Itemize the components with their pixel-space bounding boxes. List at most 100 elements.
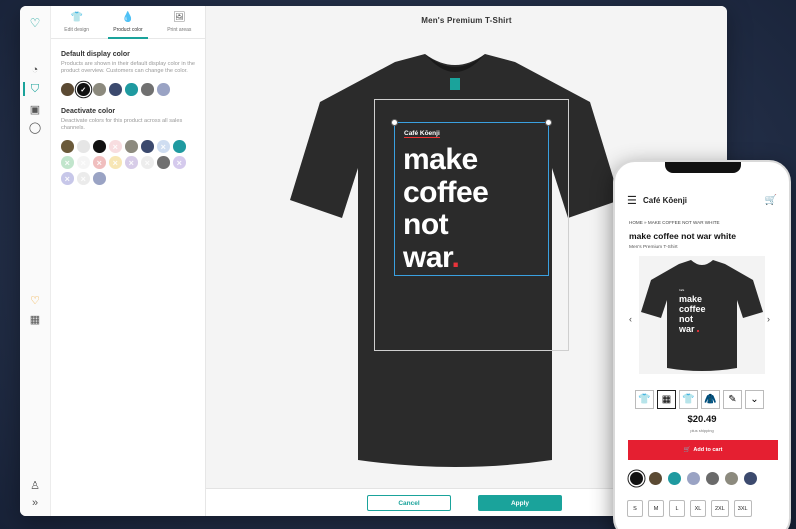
tab-print-areas[interactable]: 🖼 Print areas [154,6,205,38]
deactivate-swatch[interactable] [77,140,90,153]
deactivate-swatch[interactable] [157,140,170,153]
size-option[interactable]: 3XL [733,500,752,517]
deactivate-color-swatches [61,140,186,185]
left-rail: ♡ ◔ ⛉ ▣ ◯ ♡ ▦ ♙ » [20,6,51,516]
svg-text:coffee: coffee [679,304,706,314]
svg-text:war: war [678,324,695,334]
user-icon[interactable]: ♙ [28,478,42,492]
color-swatch[interactable] [157,83,170,96]
deactivate-swatch[interactable] [173,156,186,169]
size-option[interactable]: L [669,500,685,517]
size-option[interactable]: 2XL [711,500,729,517]
tab-label: Product color [113,26,143,33]
deactivate-swatch[interactable] [93,172,106,185]
idea-bulb-icon[interactable]: ◯ [28,120,42,134]
breadcrumb[interactable]: HOME » MAKE COFFEE NOT WAR WHITE [629,220,720,225]
design-text: make coffee not war. [403,143,489,274]
deactivate-swatch[interactable] [61,140,74,153]
tab-label: Print areas [167,26,192,33]
phone-color-swatch[interactable] [687,472,700,485]
tab-edit-design[interactable]: 👕 Edit design [51,6,102,38]
thumb-back[interactable]: 👕 [679,390,698,409]
default-color-swatches [61,83,186,96]
deactivate-swatch[interactable] [77,172,90,185]
section-description: Deactivate colors for this product acros… [61,117,183,132]
shop-header: ☰ Café Kōenji 🛒 [627,192,777,208]
phone-preview: ☰ Café Kōenji 🛒 HOME » MAKE COFFEE NOT W… [613,160,791,529]
deactivate-swatch[interactable] [109,156,122,169]
rotate-handle[interactable] [391,119,398,126]
phone-color-swatch[interactable] [725,472,738,485]
deactivate-swatch[interactable] [109,140,122,153]
deactivate-color-section: Deactivate color Deactivate colors for t… [51,108,205,185]
section-heading: Deactivate color [61,107,116,115]
chevron-down-icon[interactable]: ⌄ [745,390,764,409]
phone-color-swatches [630,472,757,485]
section-heading: Default display color [61,51,130,58]
deactivate-swatch[interactable] [141,156,154,169]
edit-pencil-icon[interactable]: ✎ [723,390,742,409]
tab-product-color[interactable]: 💧 Product color [102,6,153,39]
apply-button[interactable]: Apply [478,495,562,511]
menu-icon[interactable]: ☰ [627,194,641,207]
deactivate-swatch[interactable] [141,140,154,153]
deactivate-swatch[interactable] [93,140,106,153]
phone-color-swatch[interactable] [630,472,643,485]
thumb-model[interactable]: 🧥 [701,390,720,409]
cancel-button[interactable]: Cancel [367,495,451,511]
phone-color-swatch[interactable] [668,472,681,485]
shipping-note: plus shipping [690,428,714,433]
tab-label: Edit design [64,26,90,33]
image-icon: 🖼 [172,11,186,23]
deactivate-swatch[interactable] [93,156,106,169]
premium-icon[interactable]: ♡ [28,293,42,307]
prev-image-icon[interactable]: ‹ [629,314,632,324]
product-title: Men's Premium T-Shirt [421,16,512,25]
dashboard-icon[interactable]: ◔ [28,63,42,77]
droplet-icon: 💧 [121,11,135,23]
color-swatch[interactable] [61,83,74,96]
deactivate-swatch[interactable] [61,172,74,185]
logo-icon[interactable]: ♡ [28,16,42,30]
deactivate-swatch[interactable] [61,156,74,169]
thumb-design[interactable]: ▦ [657,390,676,409]
product-image: Café make coffee not war [639,256,765,374]
deactivate-swatch[interactable] [125,156,138,169]
edit-handle[interactable] [545,119,552,126]
price: $20.49 [687,414,717,425]
deactivate-swatch[interactable] [77,156,90,169]
size-option[interactable]: M [648,500,664,517]
size-option[interactable]: XL [690,500,706,517]
tshirt-icon: 👕 [70,11,83,23]
section-description: Products are shown in their default disp… [61,61,196,75]
size-option[interactable]: S [627,500,643,517]
next-image-icon[interactable]: › [767,314,770,324]
size-options: S M L XL 2XL 3XL [627,500,752,517]
color-swatch[interactable] [125,83,138,96]
thumb-front[interactable]: 👕 [635,390,654,409]
phone-color-swatch[interactable] [706,472,719,485]
design-brand-text: Café Kōenji [404,130,440,138]
panel-tabs: 👕 Edit design 💧 Product color 🖼 Print ar… [51,6,205,39]
cart-icon[interactable]: 🛒 [765,195,777,206]
product-type: Men's Premium T-Shirt [629,245,678,250]
color-panel: 👕 Edit design 💧 Product color 🖼 Print ar… [51,6,206,516]
add-to-cart-button[interactable]: 🛒 Add to cart [628,440,778,460]
cart-icon: 🛒 [683,447,691,453]
deactivate-swatch[interactable] [173,140,186,153]
color-swatch[interactable] [93,83,106,96]
grid-icon[interactable]: ▦ [28,312,42,326]
expand-icon[interactable]: » [28,496,42,510]
color-swatch[interactable] [109,83,122,96]
image-upload-icon[interactable]: ▣ [28,102,42,116]
color-swatch[interactable] [77,83,90,96]
products-icon[interactable]: ⛉ [23,82,45,96]
svg-text:not: not [679,314,693,324]
shop-name[interactable]: Café Kōenji [643,196,765,205]
phone-color-swatch[interactable] [649,472,662,485]
deactivate-swatch[interactable] [125,140,138,153]
phone-color-swatch[interactable] [744,472,757,485]
deactivate-swatch[interactable] [157,156,170,169]
product-name: make coffee not war white [629,231,736,241]
color-swatch[interactable] [141,83,154,96]
